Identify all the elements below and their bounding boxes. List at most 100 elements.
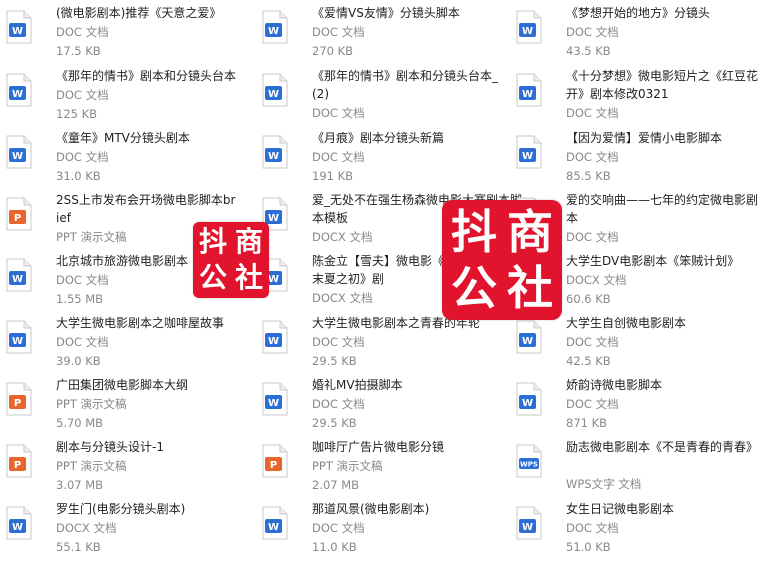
file-type: PPT 演示文稿 xyxy=(56,230,127,244)
file-name: 剧本与分镜头设计-1 xyxy=(56,440,164,454)
file-item[interactable]: W 《童年》MTV分镜头剧本 DOC 文档 31.0 KB xyxy=(2,129,252,189)
svg-text:W: W xyxy=(268,26,279,37)
svg-text:W: W xyxy=(522,89,533,100)
file-size: 51.0 KB xyxy=(566,540,611,554)
ppt-icon: P xyxy=(6,444,32,478)
file-name: 婚礼MV拍摄脚本 xyxy=(312,378,403,392)
svg-text:P: P xyxy=(270,460,277,471)
svg-text:W: W xyxy=(522,398,533,409)
file-name: 《月痕》剧本分镜头新篇 xyxy=(312,131,445,145)
file-item[interactable]: W 娇韵诗微电影脚本 DOC 文档 871 KB xyxy=(512,376,762,436)
file-item[interactable]: W 婚礼MV拍摄脚本 DOC 文档 29.5 KB xyxy=(258,376,508,436)
svg-text:WPS: WPS xyxy=(520,461,538,469)
file-item[interactable]: W 《那年的情书》剧本和分镜头台本 DOC 文档 125 KB xyxy=(2,67,252,127)
file-item[interactable]: W 《十分梦想》微电影短片之《红豆花开》剧本修改0321 DOC 文档 xyxy=(512,67,762,127)
file-name: 广田集团微电影脚本大纲 xyxy=(56,378,189,392)
file-item[interactable]: W 【因为爱情】爱情小电影脚本 DOC 文档 85.5 KB xyxy=(512,129,762,189)
file-size: 2.07 MB xyxy=(312,478,360,492)
svg-text:W: W xyxy=(12,151,23,162)
doc-icon: W xyxy=(516,320,542,354)
file-item[interactable]: P 剧本与分镜头设计-1 PPT 演示文稿 3.07 MB xyxy=(2,438,252,498)
watermark-char: 商 xyxy=(507,205,553,259)
file-name: 大学生微电影剧本之咖啡屋故事 xyxy=(56,316,225,330)
file-name: 《爱情VS友情》分镜头脚本 xyxy=(312,6,460,20)
doc-icon: W xyxy=(262,506,288,540)
file-name: 爱的交响曲——七年的约定微电影剧本 xyxy=(566,193,759,225)
file-size: 5.70 MB xyxy=(56,416,104,430)
file-size: 270 KB xyxy=(312,44,354,58)
file-item[interactable]: W 罗生门(电影分镜头剧本) DOCX 文档 55.1 KB xyxy=(2,500,252,560)
file-name: 大学生DV电影剧本《笨贼计划》 xyxy=(566,254,740,268)
svg-text:W: W xyxy=(12,274,23,285)
file-size: 871 KB xyxy=(566,416,608,430)
watermark-char: 公 xyxy=(451,261,497,315)
file-item[interactable]: P 广田集团微电影脚本大纲 PPT 演示文稿 5.70 MB xyxy=(2,376,252,436)
file-item[interactable]: W 《那年的情书》剧本和分镜头台本_(2) DOC 文档 xyxy=(258,67,508,127)
file-size: 85.5 KB xyxy=(566,169,611,183)
doc-icon: W xyxy=(262,320,288,354)
doc-icon: W xyxy=(516,506,542,540)
watermark-char: 商 xyxy=(234,225,263,258)
file-item[interactable]: W 大学生微电影剧本之咖啡屋故事 DOC 文档 39.0 KB xyxy=(2,314,252,374)
svg-text:W: W xyxy=(12,336,23,347)
file-item[interactable]: W 那道风景(微电影剧本) DOC 文档 11.0 KB xyxy=(258,500,508,560)
file-size: 60.6 KB xyxy=(566,292,611,306)
file-size: 55.1 KB xyxy=(56,540,101,554)
ppt-icon: P xyxy=(6,197,32,231)
doc-icon: W xyxy=(6,10,32,44)
svg-text:W: W xyxy=(268,522,279,533)
file-type: DOC 文档 xyxy=(56,25,109,39)
file-type: PPT 演示文稿 xyxy=(312,459,383,473)
file-item[interactable]: W 大学生自创微电影剧本 DOC 文档 42.5 KB xyxy=(512,314,762,374)
doc-icon: W xyxy=(6,135,32,169)
file-name: 大学生自创微电影剧本 xyxy=(566,316,687,330)
file-item[interactable]: W 《爱情VS友情》分镜头脚本 DOC 文档 270 KB xyxy=(258,4,508,64)
file-item[interactable]: W (微电影剧本)推荐《天意之爱》 DOC 文档 17.5 KB xyxy=(2,4,252,64)
watermark-char: 抖 xyxy=(451,205,497,259)
file-item[interactable]: P 咖啡厅广告片微电影分镜 PPT 演示文稿 2.07 MB xyxy=(258,438,508,498)
svg-text:W: W xyxy=(522,151,533,162)
svg-text:P: P xyxy=(14,460,21,471)
file-item[interactable]: W 《梦想开始的地方》分镜头 DOC 文档 43.5 KB xyxy=(512,4,762,64)
watermark-char: 抖 xyxy=(198,225,227,258)
file-type: DOC 文档 xyxy=(312,521,365,535)
wps-icon: WPS xyxy=(516,444,542,478)
file-type: DOC 文档 xyxy=(566,230,619,244)
file-type: DOC 文档 xyxy=(566,521,619,535)
file-name: 《那年的情书》剧本和分镜头台本 xyxy=(56,69,237,83)
doc-icon: W xyxy=(262,135,288,169)
file-item[interactable]: WPS 励志微电影剧本《不是青春的青春》 WPS文字 文档 xyxy=(512,438,762,498)
file-size: 29.5 KB xyxy=(312,416,357,430)
file-size: 42.5 KB xyxy=(566,354,611,368)
watermark-char: 社 xyxy=(234,261,263,294)
watermark-logo: 抖 商 公 社 xyxy=(442,200,562,320)
file-name: 咖啡厅广告片微电影分镜 xyxy=(312,440,445,454)
file-type: DOC 文档 xyxy=(56,273,109,287)
file-type: DOC 文档 xyxy=(566,150,619,164)
doc-icon: W xyxy=(516,382,542,416)
file-name: 那道风景(微电影剧本) xyxy=(312,502,430,516)
watermark-logo: 抖 商 公 社 xyxy=(193,222,269,298)
doc-icon: W xyxy=(262,382,288,416)
svg-text:W: W xyxy=(12,26,23,37)
watermark-char: 社 xyxy=(507,261,553,315)
file-item[interactable]: W 《月痕》剧本分镜头新篇 DOC 文档 191 KB xyxy=(258,129,508,189)
svg-text:W: W xyxy=(522,336,533,347)
svg-text:W: W xyxy=(268,213,279,224)
file-type: DOC 文档 xyxy=(566,397,619,411)
file-size: 43.5 KB xyxy=(566,44,611,58)
file-type: PPT 演示文稿 xyxy=(56,459,127,473)
file-type: DOC 文档 xyxy=(56,335,109,349)
file-item[interactable]: W 大学生微电影剧本之青春的年轮 DOC 文档 29.5 KB xyxy=(258,314,508,374)
file-item[interactable]: W 女生日记微电影剧本 DOC 文档 51.0 KB xyxy=(512,500,762,560)
ppt-icon: P xyxy=(6,382,32,416)
doc-icon: W xyxy=(6,258,32,292)
file-type: DOC 文档 xyxy=(56,88,109,102)
svg-text:P: P xyxy=(14,398,21,409)
file-name: 罗生门(电影分镜头剧本) xyxy=(56,502,186,516)
file-size: 29.5 KB xyxy=(312,354,357,368)
file-type: DOC 文档 xyxy=(566,25,619,39)
file-name: 娇韵诗微电影脚本 xyxy=(566,378,663,392)
file-type: WPS文字 文档 xyxy=(566,477,642,491)
file-type: DOC 文档 xyxy=(312,25,365,39)
